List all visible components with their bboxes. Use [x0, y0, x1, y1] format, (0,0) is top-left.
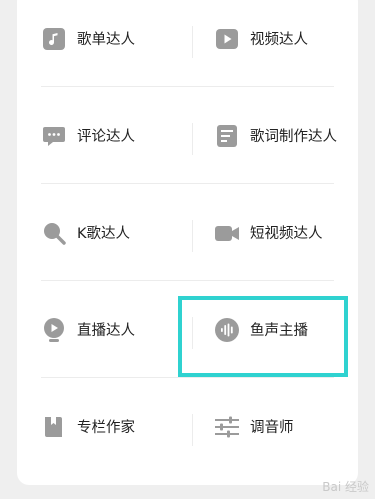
- comment-bubble-icon: [41, 123, 67, 149]
- video-play-icon: [214, 26, 240, 52]
- live-camera-icon: [41, 317, 67, 343]
- microphone-icon: [41, 220, 67, 246]
- category-item-sound-engineer[interactable]: 调音师: [214, 378, 375, 475]
- category-row: 评论达人 歌词制作达人: [17, 87, 358, 184]
- music-note-icon: [41, 26, 67, 52]
- category-label: 专栏作家: [77, 420, 135, 436]
- category-label: 视频达人: [250, 32, 308, 48]
- category-row: 歌单达人 视频达人: [17, 0, 358, 87]
- equalizer-icon: [214, 414, 240, 440]
- category-item-short-video[interactable]: 短视频达人: [214, 184, 375, 281]
- category-label: K歌达人: [77, 226, 131, 242]
- category-item-lyrics[interactable]: 歌词制作达人: [214, 87, 375, 184]
- highlight-box: [178, 296, 348, 377]
- divider: [192, 123, 193, 155]
- category-label: 歌单达人: [77, 32, 135, 48]
- category-row: K歌达人 短视频达人: [17, 184, 358, 281]
- watermark: Bai 经验: [322, 480, 369, 494]
- category-item-karaoke[interactable]: K歌达人: [41, 184, 211, 281]
- category-label: 短视频达人: [250, 226, 323, 242]
- category-label: 调音师: [250, 420, 294, 436]
- category-item-playlist[interactable]: 歌单达人: [41, 0, 211, 87]
- book-icon: [41, 414, 67, 440]
- video-camera-icon: [214, 220, 240, 246]
- category-item-column-writer[interactable]: 专栏作家: [41, 378, 211, 475]
- category-item-video[interactable]: 视频达人: [214, 0, 375, 87]
- lyrics-document-icon: [214, 123, 240, 149]
- divider: [192, 414, 193, 446]
- category-label: 评论达人: [77, 129, 135, 145]
- creator-category-card: 歌单达人 视频达人 评论达人 歌词制作达人 K歌达人 短视频达人 直播达人 鱼声…: [17, 0, 358, 485]
- divider: [192, 26, 193, 58]
- category-row: 专栏作家 调音师: [17, 378, 358, 475]
- category-label: 直播达人: [77, 323, 135, 339]
- divider: [192, 220, 193, 252]
- category-label: 歌词制作达人: [250, 129, 337, 145]
- category-item-comment[interactable]: 评论达人: [41, 87, 211, 184]
